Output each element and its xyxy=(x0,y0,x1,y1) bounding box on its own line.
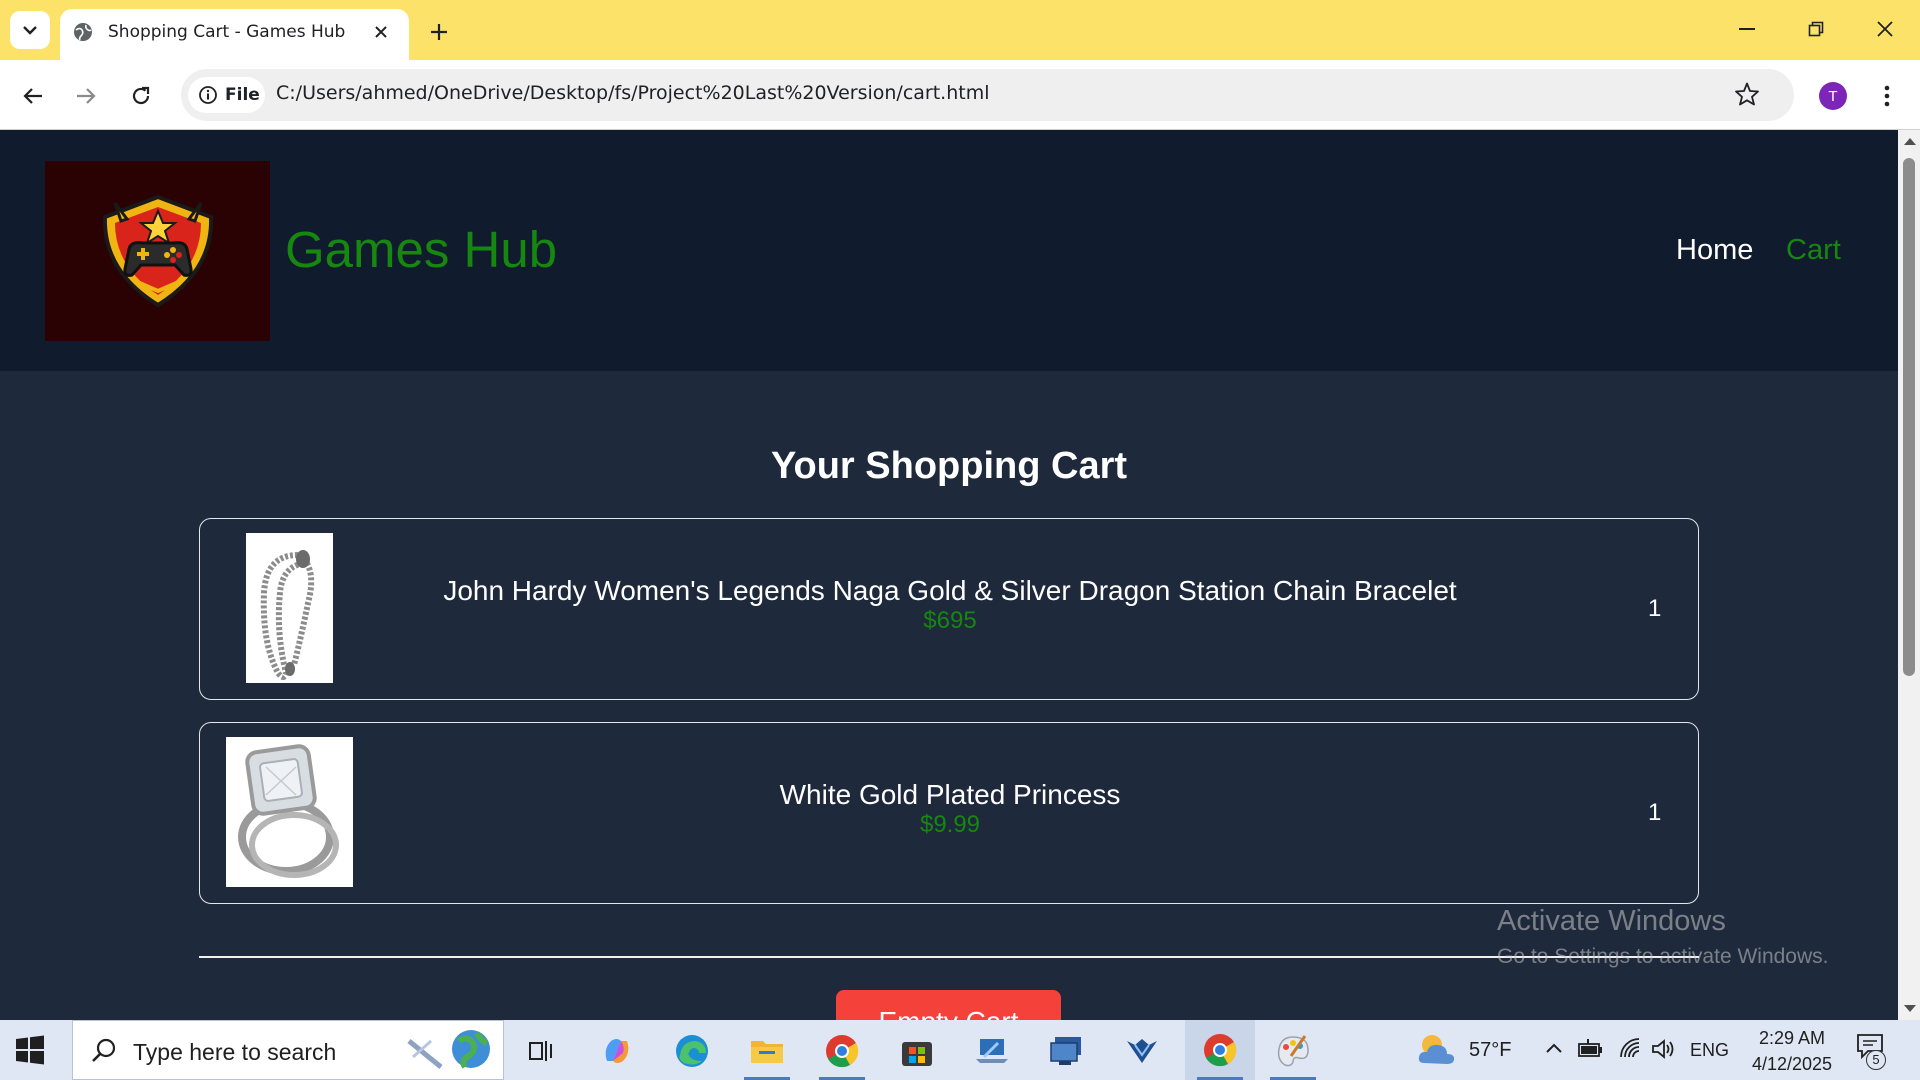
gamepad-shield-logo-icon xyxy=(102,194,213,308)
volume-icon[interactable] xyxy=(1651,1038,1675,1060)
browser-toolbar: File C:/Users/ahmed/OneDrive/Desktop/fs/… xyxy=(0,60,1920,130)
task-view-icon xyxy=(529,1041,552,1061)
url-text[interactable]: C:/Users/ahmed/OneDrive/Desktop/fs/Proje… xyxy=(276,82,990,104)
activation-watermark-subtitle: Go to Settings to activate Windows. xyxy=(1497,945,1829,968)
item-price: $9.99 xyxy=(919,811,981,838)
close-icon xyxy=(375,26,387,38)
reload-button[interactable] xyxy=(122,77,160,115)
laptop-app-icon xyxy=(976,1039,1008,1063)
taskbar-app-vpn[interactable] xyxy=(1111,1028,1173,1074)
cart-item: John Hardy Women's Legends Naga Gold & S… xyxy=(199,518,1699,700)
profile-avatar[interactable]: T xyxy=(1819,82,1847,110)
taskbar-file-explorer[interactable] xyxy=(736,1028,798,1080)
site-logo[interactable] xyxy=(45,161,270,341)
cart-item: White Gold Plated Princess $9.99 1 xyxy=(199,722,1699,904)
windows-taskbar: Type here to search 57°F ENG 2:29 AM 4/1… xyxy=(0,1020,1920,1080)
more-vert-icon xyxy=(1884,85,1890,107)
input-language[interactable]: ENG xyxy=(1690,1040,1729,1061)
new-tab-button[interactable] xyxy=(422,17,456,47)
item-info: John Hardy Women's Legends Naga Gold & S… xyxy=(200,575,1700,635)
restore-icon xyxy=(1808,21,1824,37)
tab-search-button[interactable] xyxy=(10,11,50,49)
info-icon xyxy=(199,86,217,104)
site-title: Games Hub xyxy=(285,221,558,278)
globe-icon xyxy=(74,23,92,41)
taskbar-chrome-active[interactable] xyxy=(1185,1020,1255,1080)
taskbar-chrome[interactable] xyxy=(811,1028,873,1080)
weather-temperature[interactable]: 57°F xyxy=(1469,1039,1511,1062)
minimize-button[interactable] xyxy=(1722,10,1772,48)
notification-count-badge: 5 xyxy=(1866,1050,1886,1070)
plus-icon xyxy=(431,24,447,40)
taskbar-search-box[interactable]: Type here to search xyxy=(72,1020,504,1080)
clock-date[interactable]: 4/12/2025 xyxy=(1742,1054,1842,1075)
taskbar-app-laptop[interactable] xyxy=(961,1028,1023,1074)
bookmark-star-icon[interactable] xyxy=(1734,81,1760,107)
taskbar-app-remote[interactable] xyxy=(1036,1028,1098,1074)
site-info-chip[interactable]: File xyxy=(188,77,265,113)
item-quantity: 1 xyxy=(1648,799,1662,826)
taskbar-paint[interactable] xyxy=(1262,1028,1324,1080)
windows-start-icon[interactable] xyxy=(14,1034,46,1066)
wing-app-icon xyxy=(1127,1039,1157,1063)
scroll-up-arrow-icon[interactable] xyxy=(1904,138,1916,145)
scroll-down-arrow-icon[interactable] xyxy=(1904,1005,1916,1012)
back-button[interactable] xyxy=(14,77,52,115)
browser-tab-bar: Shopping Cart - Games Hub xyxy=(0,0,1920,60)
taskbar-edge[interactable] xyxy=(661,1028,723,1074)
task-view-button[interactable] xyxy=(510,1028,572,1074)
search-placeholder: Type here to search xyxy=(133,1039,337,1065)
address-bar[interactable]: File C:/Users/ahmed/OneDrive/Desktop/fs/… xyxy=(181,69,1794,121)
search-highlight-globe-icon xyxy=(407,1030,490,1069)
taskbar-store[interactable] xyxy=(886,1028,948,1074)
weather-partly-cloudy-icon[interactable] xyxy=(1416,1031,1458,1069)
clock-time[interactable]: 2:29 AM xyxy=(1752,1028,1832,1049)
chevron-up-icon[interactable] xyxy=(1545,1042,1563,1054)
forward-button[interactable] xyxy=(67,77,105,115)
page-title: Your Shopping Cart xyxy=(770,445,1128,487)
activation-watermark-title: Activate Windows xyxy=(1497,905,1726,937)
close-window-button[interactable] xyxy=(1860,10,1910,48)
folder-icon xyxy=(751,1041,783,1063)
store-icon xyxy=(902,1042,932,1066)
reload-icon xyxy=(132,86,150,105)
page-scrollbar[interactable] xyxy=(1898,130,1920,1020)
paint-palette-icon xyxy=(1277,1035,1309,1067)
restore-button[interactable] xyxy=(1791,10,1841,48)
browser-tab-active[interactable]: Shopping Cart - Games Hub xyxy=(60,9,409,60)
arrow-right-icon xyxy=(77,88,96,104)
empty-cart-button[interactable]: Empty Cart xyxy=(836,990,1061,1020)
wifi-icon[interactable] xyxy=(1618,1037,1642,1061)
item-quantity: 1 xyxy=(1648,595,1662,622)
chrome-icon xyxy=(826,1035,859,1068)
close-icon xyxy=(1877,21,1893,37)
search-icon xyxy=(92,1038,116,1062)
edge-browser-icon xyxy=(676,1035,708,1067)
item-price: $695 xyxy=(923,607,977,634)
page-viewport: Games Hub Home Cart Your Shopping Cart J… xyxy=(0,130,1898,1020)
item-info: White Gold Plated Princess $9.99 xyxy=(200,779,1700,839)
tab-close-button[interactable] xyxy=(370,21,392,43)
cart-divider xyxy=(199,956,1699,958)
nav-link-cart[interactable]: Cart xyxy=(1786,234,1841,267)
remote-desktop-icon xyxy=(1050,1037,1081,1065)
taskbar-copilot[interactable] xyxy=(586,1028,648,1074)
nav-link-home[interactable]: Home xyxy=(1676,234,1753,267)
minimize-icon xyxy=(1739,28,1755,30)
copilot-icon xyxy=(605,1039,629,1063)
item-name: White Gold Plated Princess xyxy=(779,779,1121,810)
browser-menu-button[interactable] xyxy=(1877,78,1897,114)
tab-title: Shopping Cart - Games Hub xyxy=(108,22,346,42)
arrow-left-icon xyxy=(23,88,42,104)
item-name: John Hardy Women's Legends Naga Gold & S… xyxy=(443,575,1457,606)
site-header: Games Hub Home Cart xyxy=(0,130,1898,371)
site-chip-label: File xyxy=(225,85,260,105)
chevron-down-icon xyxy=(23,26,37,35)
battery-icon[interactable] xyxy=(1578,1039,1604,1059)
chrome-icon xyxy=(1204,1034,1237,1067)
scrollbar-thumb[interactable] xyxy=(1903,158,1915,676)
